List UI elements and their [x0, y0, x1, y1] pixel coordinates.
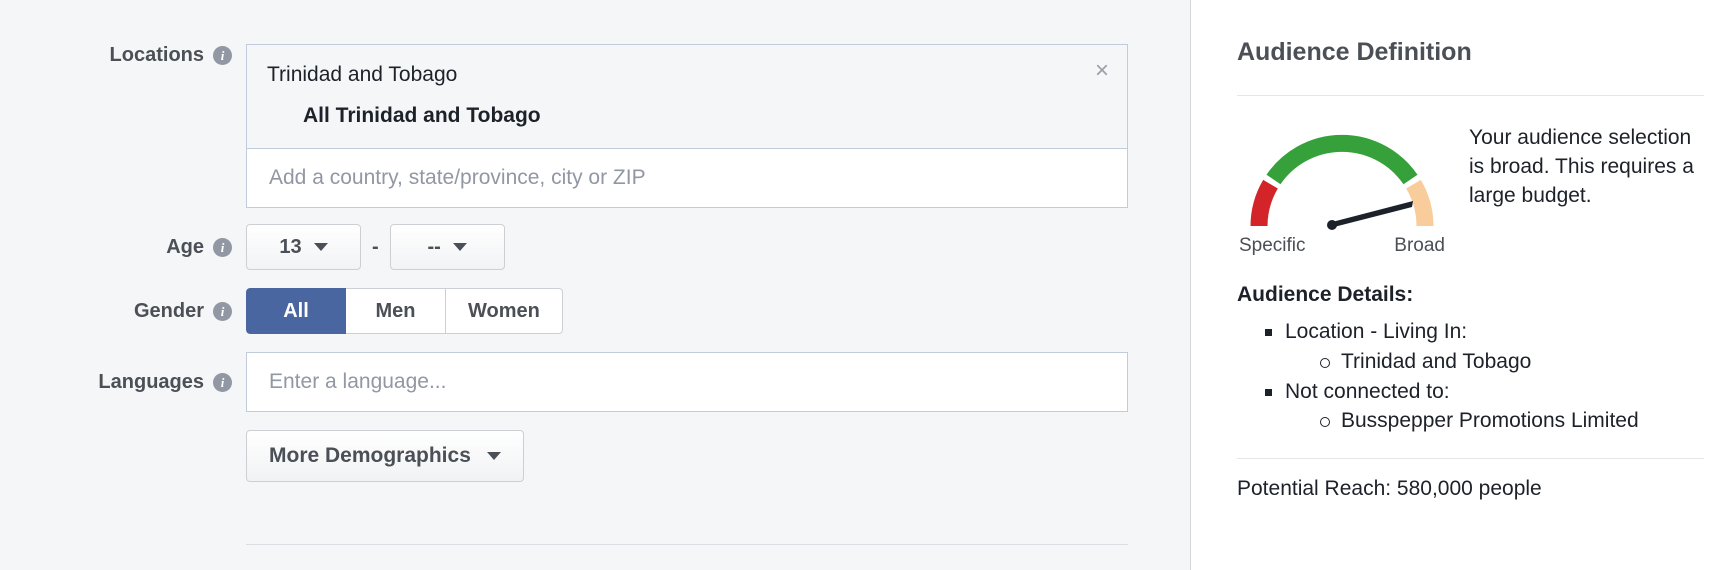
audience-message: Your audience selection is broad. This r…: [1469, 126, 1694, 207]
locations-row: Locations i Trinidad and Tobago All Trin…: [0, 44, 1190, 209]
gauge-block: Specific Broad Your audience selection i…: [1237, 118, 1704, 257]
audience-targeting-screen: Locations i Trinidad and Tobago All Trin…: [0, 0, 1734, 570]
languages-label: Languages: [98, 370, 204, 393]
gender-label: Gender: [133, 299, 204, 322]
age-controls: 13 - --: [246, 224, 1190, 271]
age-label: Age: [166, 235, 204, 258]
audience-gauge: Specific Broad: [1237, 118, 1447, 257]
gauge-arc-middle: [1266, 134, 1418, 185]
gauge-svg: [1250, 134, 1434, 230]
detail-subitem: Busspepper Promotions Limited: [1319, 406, 1704, 436]
chevron-down-icon: [313, 243, 328, 252]
chevron-down-icon: [486, 452, 501, 461]
targeting-form-pane: Locations i Trinidad and Tobago All Trin…: [0, 0, 1190, 570]
age-min-value: 13: [279, 235, 302, 258]
location-chip-title: Trinidad and Tobago: [267, 63, 458, 86]
language-input[interactable]: [267, 369, 1107, 396]
gauge-needle: [1330, 201, 1413, 228]
form-bottom-divider: [246, 544, 1128, 545]
detail-subitem: Trinidad and Tobago: [1319, 347, 1704, 377]
age-max-dropdown[interactable]: --: [389, 224, 505, 271]
location-chip-box: Trinidad and Tobago All Trinidad and Tob…: [246, 44, 1128, 149]
panel-divider-top: [1237, 95, 1704, 96]
gender-button-group: All Men Women: [246, 288, 1190, 335]
panel-divider-bottom: [1237, 458, 1704, 460]
more-demographics-label: More Demographics: [269, 444, 471, 468]
more-demographics-button[interactable]: More Demographics: [246, 430, 524, 483]
language-input-box[interactable]: [246, 352, 1128, 413]
languages-field: [246, 352, 1190, 413]
info-icon[interactable]: i: [213, 237, 232, 257]
panel-title: Audience Definition: [1237, 38, 1472, 66]
locations-label: Locations: [109, 44, 204, 66]
location-search-input[interactable]: [267, 165, 1107, 192]
locations-field: Trinidad and Tobago All Trinidad and Tob…: [246, 44, 1190, 209]
gauge-arc-broad: [1406, 179, 1434, 227]
age-min-dropdown[interactable]: 13: [246, 224, 361, 271]
gauge-arc-specific: [1250, 179, 1278, 227]
gauge-label-broad: Broad: [1394, 235, 1445, 256]
audience-details-list: Location - Living In: Trinidad and Tobag…: [1237, 317, 1704, 436]
info-icon[interactable]: i: [213, 46, 232, 65]
more-demographics-row: More Demographics: [0, 430, 1190, 483]
audience-details-title: Audience Details:: [1237, 283, 1414, 306]
more-demographics-field: More Demographics: [246, 430, 1190, 483]
gender-option-men[interactable]: Men: [346, 288, 446, 335]
gender-option-women[interactable]: Women: [446, 288, 563, 335]
detail-label: Not connected to:: [1285, 379, 1450, 403]
info-icon[interactable]: i: [213, 301, 232, 321]
age-label-group: Age i: [0, 236, 246, 259]
languages-label-group: Languages i: [0, 371, 246, 394]
gauge-needle-hub: [1327, 220, 1337, 230]
detail-sublist: Busspepper Promotions Limited: [1285, 406, 1704, 436]
location-chip-subtitle: All Trinidad and Tobago: [303, 104, 541, 128]
detail-sublist: Trinidad and Tobago: [1285, 347, 1704, 377]
age-separator: -: [372, 235, 379, 258]
gauge-labels: Specific Broad: [1237, 235, 1447, 257]
gender-field: All Men Women: [246, 288, 1190, 335]
detail-item-connection: Not connected to: Busspepper Promotions …: [1263, 377, 1704, 437]
age-max-value: --: [427, 235, 441, 258]
gender-option-all[interactable]: All: [246, 288, 346, 335]
audience-definition-panel: Audience Definition Specific Broad Your …: [1190, 0, 1734, 570]
age-row: Age i 13 - --: [0, 224, 1190, 271]
chevron-down-icon: [452, 243, 467, 252]
location-search-box[interactable]: [246, 148, 1128, 209]
gender-row: Gender i All Men Women: [0, 288, 1190, 335]
info-icon[interactable]: i: [213, 372, 232, 392]
detail-label: Location - Living In:: [1285, 320, 1468, 343]
languages-row: Languages i: [0, 352, 1190, 413]
gauge-label-specific: Specific: [1239, 235, 1306, 256]
close-icon[interactable]: ×: [1095, 59, 1109, 83]
locations-label-group: Locations i: [0, 44, 246, 67]
potential-reach: Potential Reach: 580,000 people: [1237, 477, 1542, 501]
detail-item-location: Location - Living In: Trinidad and Tobag…: [1263, 317, 1704, 377]
gender-label-group: Gender i: [0, 300, 246, 323]
